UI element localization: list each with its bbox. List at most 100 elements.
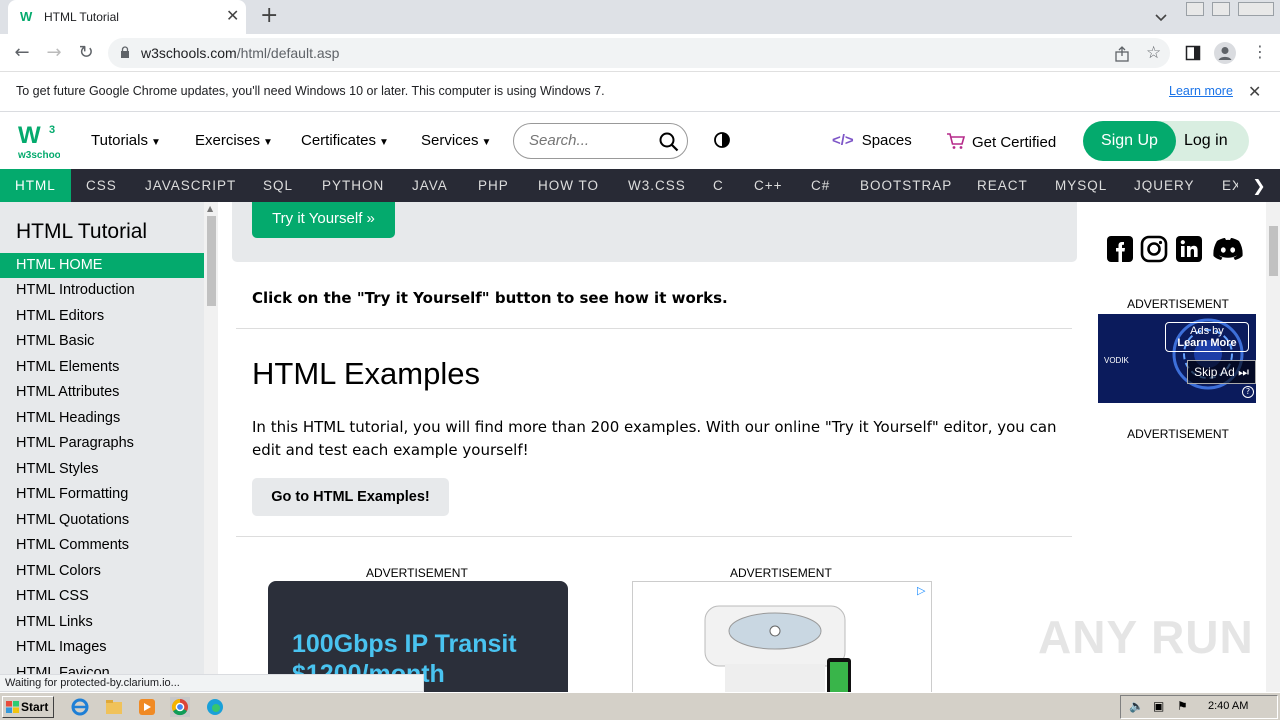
topnav-next-arrow-icon[interactable]: ❯	[1238, 169, 1280, 202]
instagram-icon[interactable]	[1140, 235, 1168, 263]
edge-icon[interactable]	[205, 697, 225, 717]
topnav-mysql[interactable]: MYSQL	[1055, 169, 1107, 202]
discord-icon[interactable]	[1210, 235, 1246, 263]
tab-search-icon[interactable]	[1153, 9, 1169, 25]
go-to-examples-button[interactable]: Go to HTML Examples!	[252, 478, 449, 516]
lock-icon[interactable]	[120, 46, 130, 59]
video-ad-learn-more-button[interactable]: Ads by Learn More	[1165, 322, 1249, 352]
learn-more-link[interactable]: Learn more	[1169, 84, 1233, 98]
bookmark-star-icon[interactable]: ☆	[1146, 43, 1161, 63]
sidebar-item-headings[interactable]: HTML Headings	[0, 406, 204, 431]
volume-icon[interactable]: 🔈	[1129, 699, 1144, 713]
topnav-python[interactable]: PYTHON	[322, 169, 384, 202]
help-icon[interactable]: ?	[1242, 386, 1254, 398]
sidebar-item-images[interactable]: HTML Images	[0, 635, 204, 660]
sidebar-item-html-home[interactable]: HTML HOME	[0, 253, 204, 278]
chrome-icon[interactable]	[170, 697, 190, 717]
menu-exercises[interactable]: Exercises ▼	[195, 132, 273, 149]
ad-label: ADVERTISEMENT	[366, 566, 468, 580]
browser-tab[interactable]: W HTML Tutorial ✕	[8, 0, 246, 34]
sidebar-item-attributes[interactable]: HTML Attributes	[0, 380, 204, 405]
topnav-bootstrap[interactable]: BOOTSTRAP	[860, 169, 952, 202]
linkedin-icon[interactable]	[1175, 235, 1203, 263]
media-player-icon[interactable]	[137, 697, 157, 717]
sidebar-scroll-thumb[interactable]	[207, 216, 216, 306]
facebook-icon[interactable]	[1106, 235, 1134, 263]
topnav-html[interactable]: HTML	[0, 169, 71, 202]
menu-services-label: Services	[421, 132, 479, 149]
sidebar-item-quotations[interactable]: HTML Quotations	[0, 508, 204, 533]
get-certified-link[interactable]: Get Certified	[946, 132, 1056, 151]
forward-icon[interactable]: →	[44, 43, 64, 63]
infobar-close-icon[interactable]: ✕	[1248, 82, 1261, 101]
site-header: W 3 w3schools Tutorials▼ Exercises▼ Cert…	[0, 113, 1280, 169]
adchoices-icon[interactable]: ▷	[917, 584, 925, 597]
search-input[interactable]	[529, 132, 649, 149]
robot-mop-ad-banner[interactable]: ▷	[632, 581, 932, 692]
w3schools-logo[interactable]: W 3 w3schools	[16, 121, 60, 161]
topnav-java[interactable]: JAVA	[412, 169, 448, 202]
page-scroll-thumb[interactable]	[1269, 226, 1278, 276]
start-label: Start	[21, 700, 49, 714]
menu-services[interactable]: Services ▼	[421, 132, 491, 149]
action-center-flag-icon[interactable]: ⚑	[1177, 699, 1188, 713]
topnav-php[interactable]: PHP	[478, 169, 509, 202]
page-scrollbar[interactable]	[1266, 202, 1280, 692]
sidebar-item-paragraphs[interactable]: HTML Paragraphs	[0, 431, 204, 456]
url-text[interactable]: w3schools.com/html/default.asp	[141, 45, 339, 61]
scroll-up-arrow-icon[interactable]: ▲	[207, 204, 213, 213]
topnav-css[interactable]: CSS	[86, 169, 117, 202]
topnav-cpp[interactable]: C++	[754, 169, 783, 202]
internet-explorer-icon[interactable]	[70, 697, 90, 717]
sidebar-item-editors[interactable]: HTML Editors	[0, 304, 204, 329]
topnav-w3css[interactable]: W3.CSS	[628, 169, 686, 202]
back-icon[interactable]: ←	[12, 43, 32, 63]
topnav-csharp[interactable]: C#	[811, 169, 830, 202]
sidebar-item-css[interactable]: HTML CSS	[0, 584, 204, 609]
topnav-jquery[interactable]: JQUERY	[1134, 169, 1195, 202]
topnav-howto[interactable]: HOW TO	[538, 169, 599, 202]
skip-ad-button[interactable]: Skip Ad ⏭	[1187, 360, 1256, 384]
side-panel-icon[interactable]	[1185, 45, 1201, 61]
topnav-react[interactable]: REACT	[977, 169, 1028, 202]
topnav-sql[interactable]: SQL	[263, 169, 293, 202]
windows-taskbar: Start 🔈 ▣ ⚑ 2:40 AM	[0, 692, 1280, 720]
tab-close-icon[interactable]: ✕	[226, 8, 239, 24]
close-window-button[interactable]	[1238, 2, 1274, 16]
file-explorer-icon[interactable]	[104, 697, 124, 717]
menu-tutorials[interactable]: Tutorials ▼	[91, 132, 161, 149]
profile-avatar-icon[interactable]	[1214, 42, 1236, 64]
topnav-c[interactable]: C	[713, 169, 724, 202]
cart-icon	[947, 133, 966, 149]
sidebar-item-colors[interactable]: HTML Colors	[0, 559, 204, 584]
ads-by-label: Ads by	[1190, 325, 1224, 337]
video-ad-brand: VODIK	[1104, 356, 1129, 365]
spaces-link[interactable]: </> Spaces	[832, 132, 912, 149]
reload-icon[interactable]: ↻	[76, 43, 96, 63]
address-bar[interactable]: w3schools.com/html/default.asp ☆	[108, 38, 1170, 68]
sidebar-item-styles[interactable]: HTML Styles	[0, 457, 204, 482]
try-it-yourself-button[interactable]: Try it Yourself »	[252, 202, 395, 238]
taskbar-clock[interactable]: 2:40 AM	[1208, 700, 1248, 712]
menu-certificates[interactable]: Certificates ▼	[301, 132, 389, 149]
share-icon[interactable]	[1114, 46, 1130, 62]
dark-mode-toggle-icon[interactable]	[714, 132, 730, 148]
network-icon[interactable]: ▣	[1153, 699, 1164, 713]
signup-button[interactable]: Sign Up	[1083, 121, 1176, 161]
topnav-javascript[interactable]: JAVASCRIPT	[145, 169, 236, 202]
minimize-button[interactable]	[1186, 2, 1204, 16]
sidebar-item-formatting[interactable]: HTML Formatting	[0, 482, 204, 507]
search-icon[interactable]	[659, 132, 679, 152]
new-tab-button[interactable]: +	[260, 4, 278, 28]
start-button[interactable]: Start	[2, 696, 54, 718]
video-ad[interactable]: VODIK Ads by Learn More Skip Ad ⏭ ?	[1098, 314, 1256, 403]
sidebar-scrollbar[interactable]: ▲	[204, 202, 218, 692]
chrome-menu-icon[interactable]: ⋮	[1252, 42, 1268, 62]
sidebar-item-comments[interactable]: HTML Comments	[0, 533, 204, 558]
sidebar-item-introduction[interactable]: HTML Introduction	[0, 278, 204, 303]
sidebar-item-basic[interactable]: HTML Basic	[0, 329, 204, 354]
tutorial-sidebar: HTML Tutorial HTML HOME HTML Introductio…	[0, 202, 218, 692]
restore-button[interactable]	[1212, 2, 1230, 16]
sidebar-item-links[interactable]: HTML Links	[0, 610, 204, 635]
sidebar-item-elements[interactable]: HTML Elements	[0, 355, 204, 380]
